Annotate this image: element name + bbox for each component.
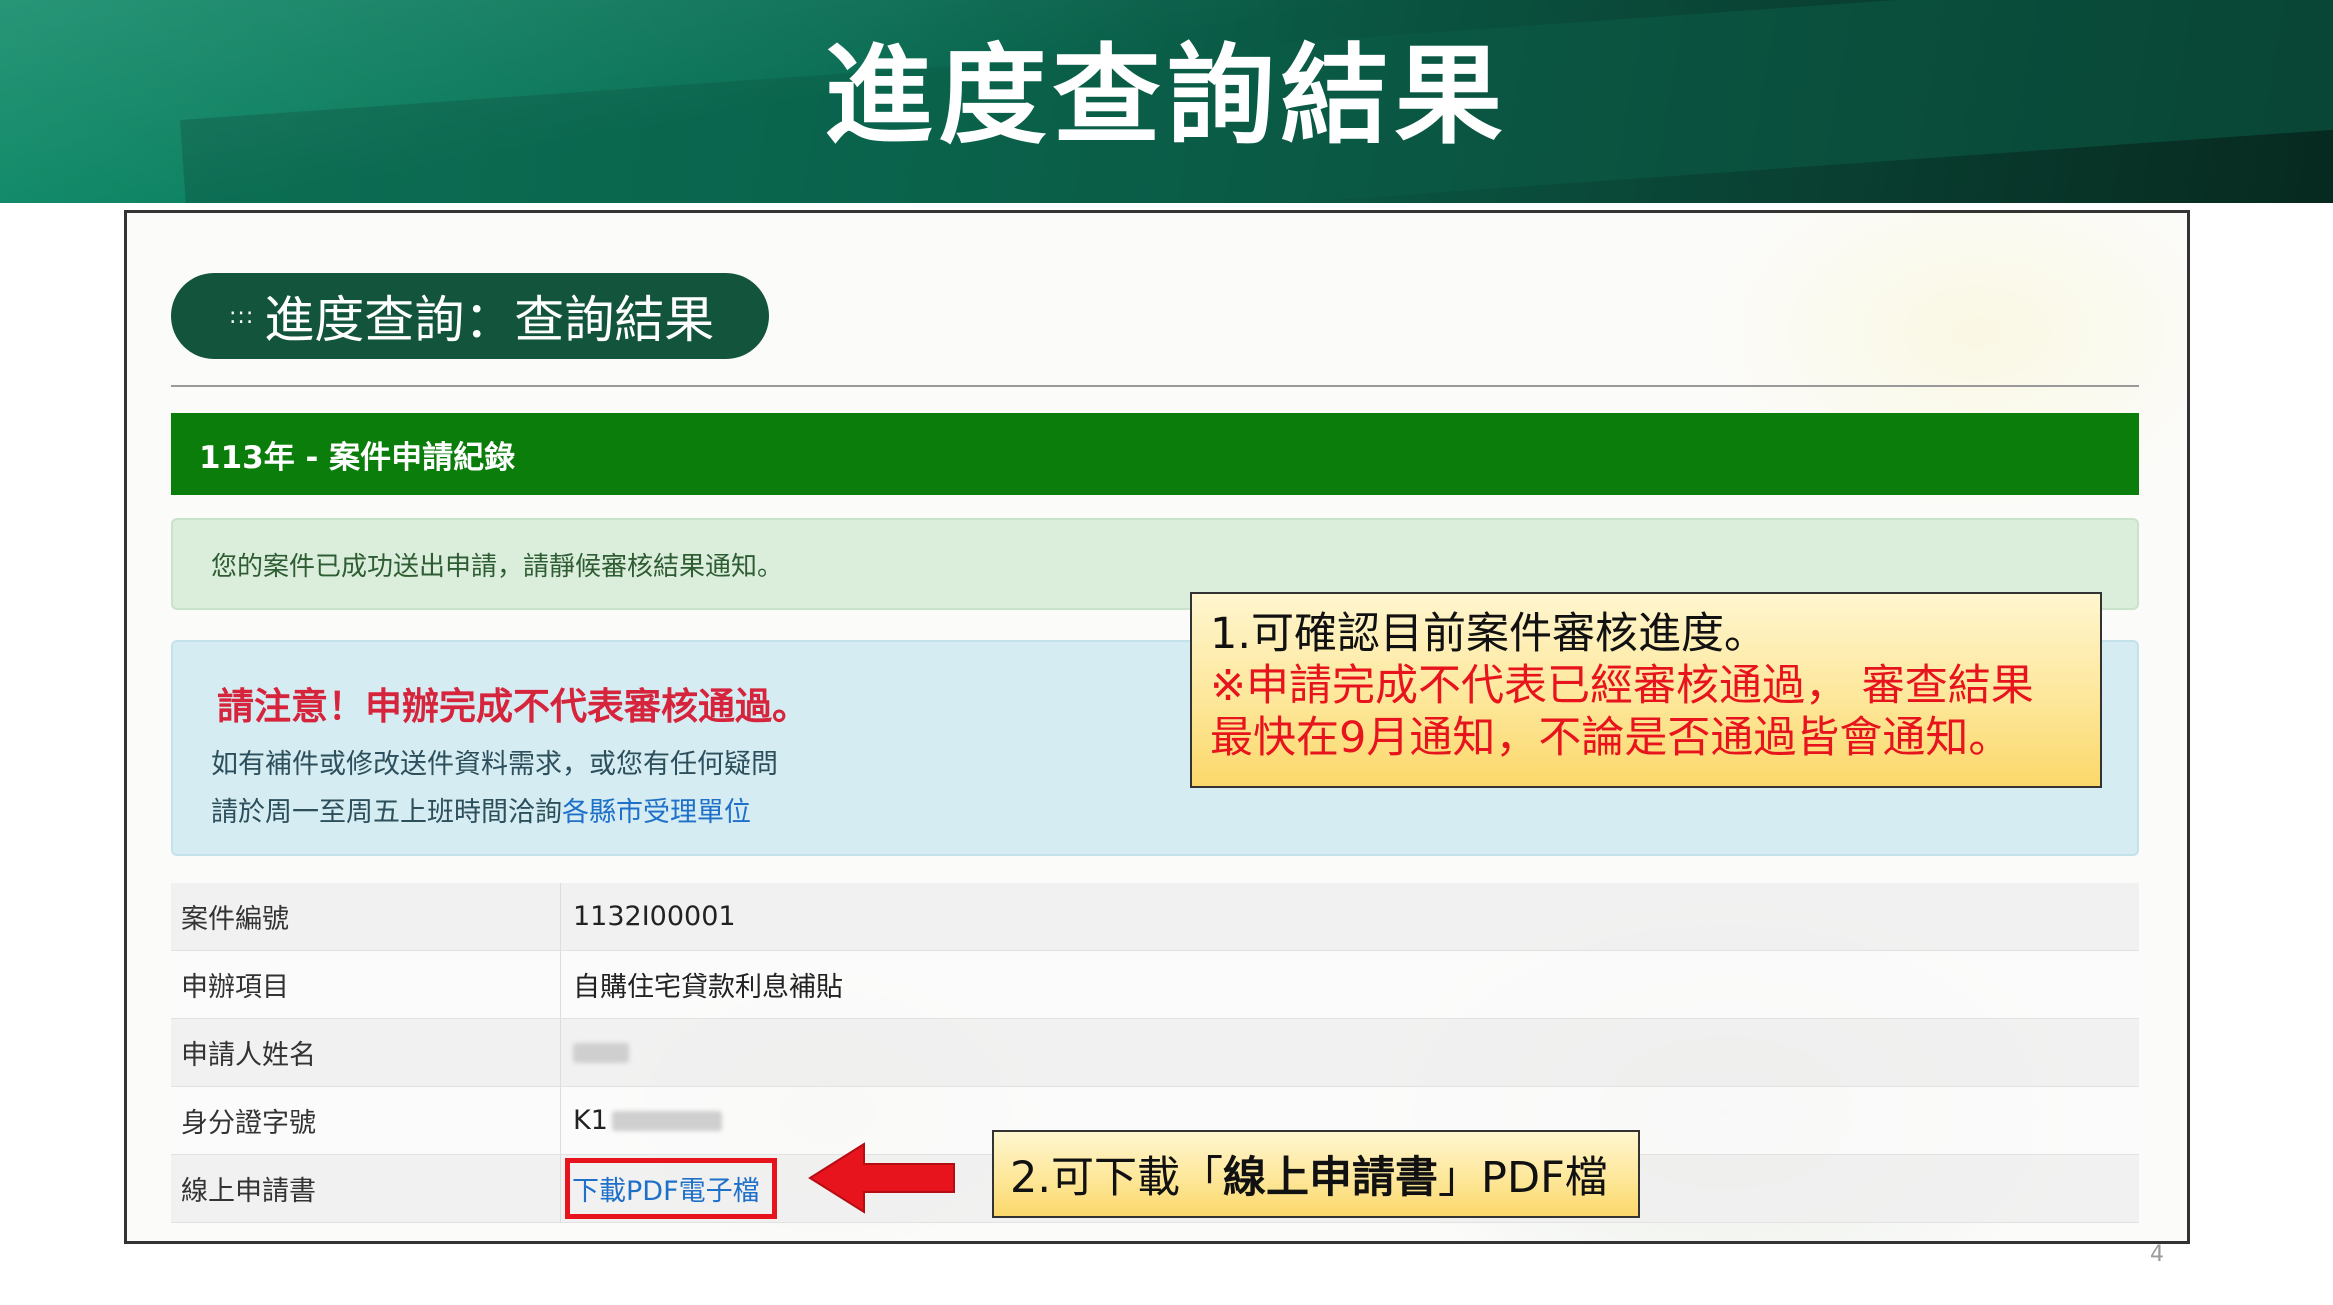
page-title: 進度查詢：查詢結果 [264, 291, 715, 349]
notice-line-2: 請於周一至周五上班時間洽詢各縣市受理單位 [211, 790, 751, 829]
divider [171, 385, 2139, 387]
application-item-value: 自購住宅貸款利息補貼 [573, 972, 843, 1003]
online-form-label: 線上申請書 [171, 1155, 561, 1222]
applicant-name-value [561, 1019, 2139, 1086]
callout-download-note: 2.可下載「 線上申請書 」PDF檔 [992, 1130, 1640, 1218]
slide-title: 進度查詢結果 [824, 34, 1509, 159]
callout-2-suffix: 」PDF檔 [1438, 1153, 1608, 1203]
redacted-id [611, 1110, 722, 1131]
notice-line-2-text: 請於周一至周五上班時間洽詢 [211, 797, 562, 828]
notice-line-1: 如有補件或修改送件資料需求，或您有任何疑問 [211, 749, 778, 780]
success-message: 您的案件已成功送出申請，請靜候審核結果通知。 [211, 551, 784, 582]
callout-1-line-2: ※申請完成不代表已經審核通過， 審查結果 [1210, 661, 2034, 711]
callout-1-line-1: 1.可確認目前案件審核進度。 [1210, 609, 1768, 659]
id-number-label: 身分證字號 [171, 1087, 561, 1154]
dots-icon: ::: [229, 303, 255, 329]
notice-title: 請注意！申辦完成不代表審核通過。 [217, 685, 809, 728]
case-number-label: 案件編號 [171, 883, 561, 950]
page-number: 4 [2150, 1242, 2164, 1267]
callout-1-line-3: 最快在9月通知，不論是否通過皆會通知。 [1210, 713, 2012, 763]
page-title-pill: ::: 進度查詢：查詢結果 [171, 273, 769, 359]
id-number-prefix: K1 [573, 1105, 608, 1136]
table-row: 案件編號 1132I00001 [171, 883, 2139, 951]
table-row: 申請人姓名 [171, 1019, 2139, 1087]
application-item-label: 申辦項目 [171, 951, 561, 1018]
callout-progress-note: 1.可確認目前案件審核進度。 ※申請完成不代表已經審核通過， 審查結果 最快在9… [1190, 592, 2102, 788]
record-header-bar: 113年 - 案件申請紀錄 [171, 413, 2139, 495]
callout-2-prefix: 2.可下載「 [1010, 1153, 1224, 1203]
callout-2-bold: 線上申請書 [1223, 1153, 1439, 1203]
slide-header: 進度查詢結果 [0, 0, 2333, 203]
case-number-value: 1132I00001 [573, 901, 736, 932]
download-pdf-link[interactable]: 下載PDF電子檔 [565, 1158, 777, 1219]
arrow-left-icon [808, 1142, 955, 1214]
table-row: 申辦項目 自購住宅貸款利息補貼 [171, 951, 2139, 1019]
county-offices-link[interactable]: 各縣市受理單位 [562, 797, 751, 828]
applicant-name-label: 申請人姓名 [171, 1019, 561, 1086]
redacted-name [573, 1042, 629, 1063]
